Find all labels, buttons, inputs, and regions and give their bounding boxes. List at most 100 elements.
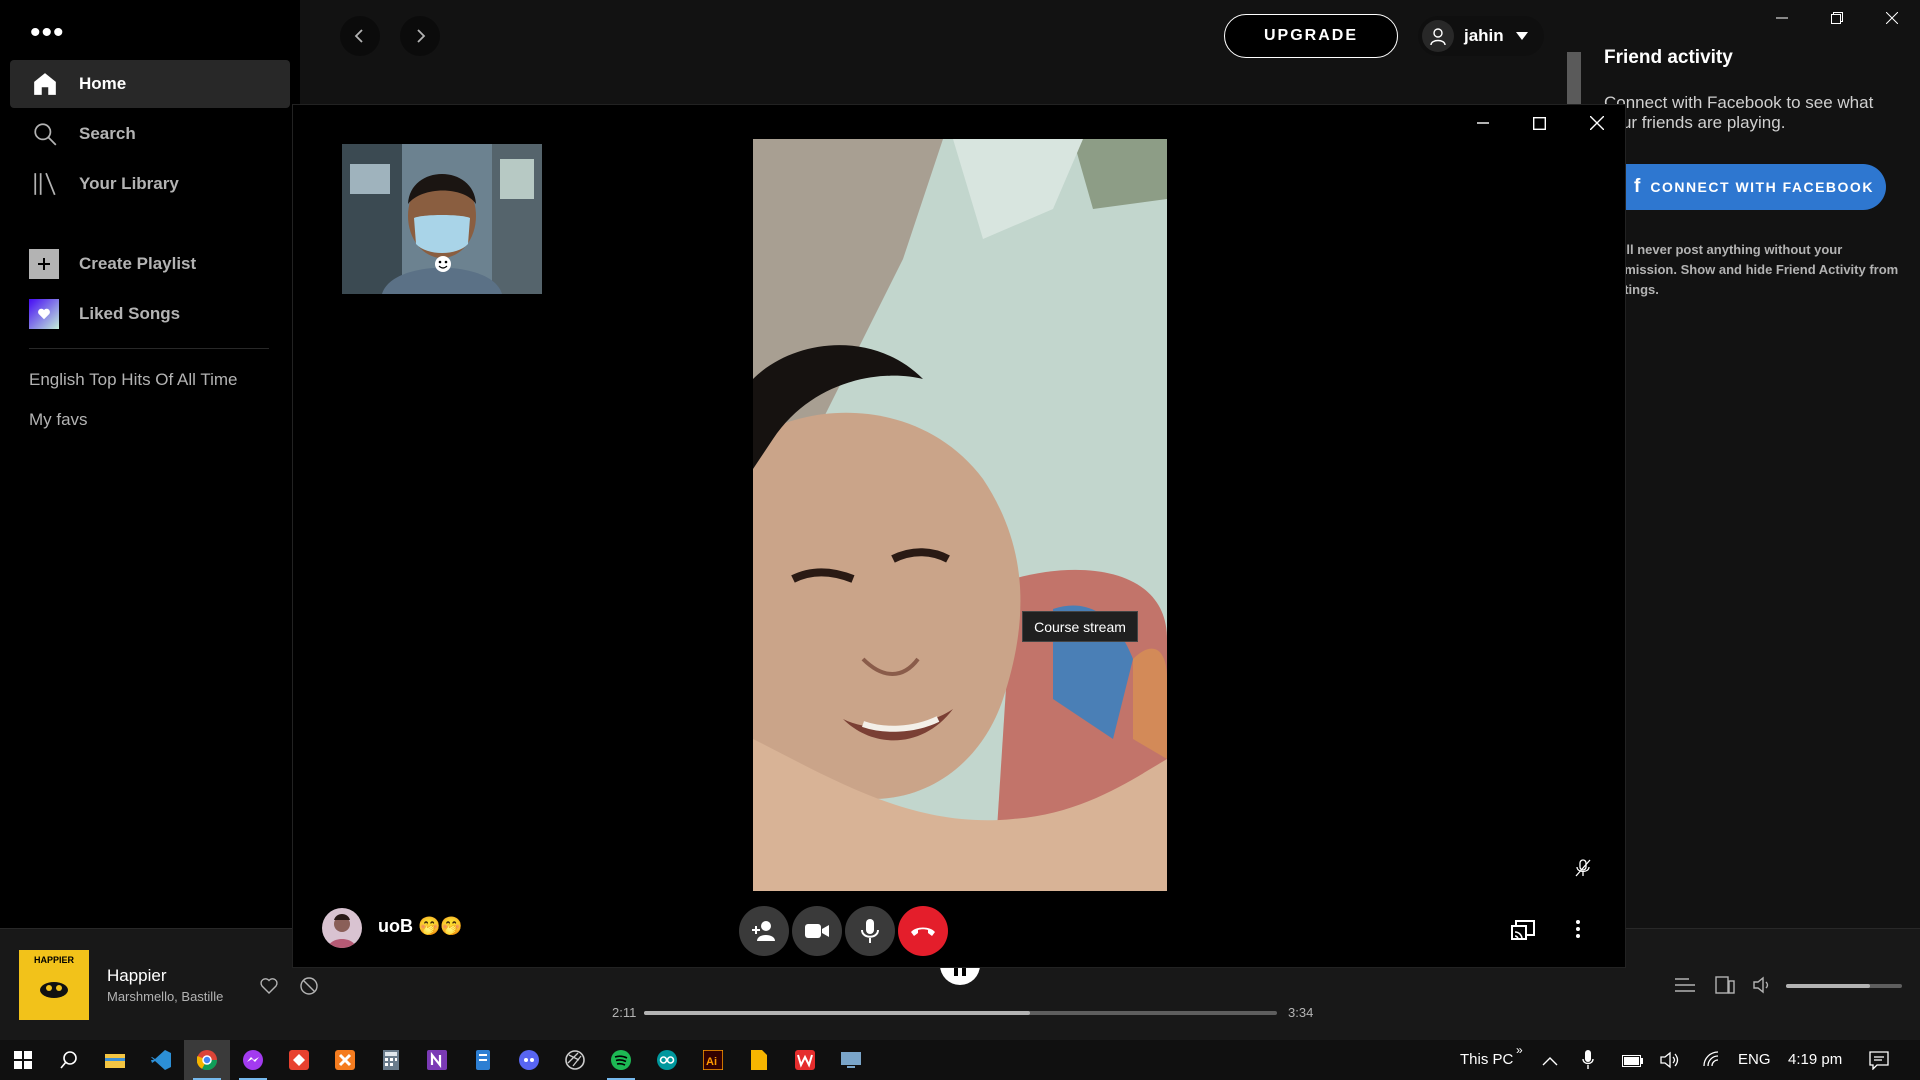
taskbar-chrome[interactable] <box>184 1040 230 1080</box>
expand-icon[interactable]: » <box>1516 1043 1523 1057</box>
volume-slider[interactable] <box>1786 984 1902 988</box>
taskbar-anydesk[interactable] <box>276 1040 322 1080</box>
block-icon[interactable] <box>299 976 319 1001</box>
forward-button[interactable] <box>400 16 440 56</box>
track-artist[interactable]: Marshmello, Bastille <box>107 989 223 1004</box>
more-options-button[interactable] <box>1575 919 1581 944</box>
restore-icon[interactable] <box>1809 0 1864 36</box>
taskbar-discord[interactable] <box>506 1040 552 1080</box>
taskbar-app[interactable] <box>736 1040 782 1080</box>
search-icon <box>30 119 60 149</box>
caller-name: uoB 🤭🤭 <box>378 916 463 936</box>
close-icon[interactable] <box>1864 0 1919 36</box>
remote-video-feed[interactable] <box>753 139 1167 891</box>
illustrator-icon: Ai <box>703 1050 723 1070</box>
input-language[interactable]: ENG <box>1738 1051 1771 1068</box>
add-participant-button[interactable] <box>739 906 789 956</box>
sidebar-item-library[interactable]: Your Library <box>10 160 290 208</box>
home-icon <box>30 69 60 99</box>
volume-fill <box>1786 984 1870 988</box>
video-call-window: Course stream uoB 🤭🤭 <box>292 104 1626 968</box>
wps-icon <box>795 1050 815 1070</box>
taskbar-app[interactable] <box>460 1040 506 1080</box>
microphone-toggle-button[interactable] <box>845 906 895 956</box>
username: jahin <box>1464 26 1504 45</box>
heart-icon[interactable] <box>259 976 279 1001</box>
document-icon <box>476 1050 490 1070</box>
taskbar-messenger[interactable] <box>230 1040 276 1080</box>
queue-icon[interactable] <box>1675 976 1695 999</box>
self-video-preview[interactable] <box>342 144 542 294</box>
discord-icon <box>519 1050 539 1070</box>
video-toggle-button[interactable] <box>792 906 842 956</box>
taskbar-wps[interactable] <box>782 1040 828 1080</box>
svg-text:Ai: Ai <box>706 1056 717 1068</box>
volume-icon[interactable] <box>1753 976 1773 999</box>
end-call-button[interactable] <box>898 906 948 956</box>
more-options-icon[interactable]: ••• <box>30 18 65 48</box>
minimize-icon[interactable] <box>1454 105 1511 141</box>
taskbar-xampp[interactable] <box>322 1040 368 1080</box>
start-button[interactable] <box>0 1040 46 1080</box>
search-icon <box>60 1051 77 1069</box>
wifi-icon[interactable] <box>1703 1051 1721 1072</box>
microphone-in-use-icon[interactable] <box>1582 1050 1594 1075</box>
sidebar-item-home[interactable]: Home <box>10 60 290 108</box>
devices-icon[interactable] <box>1715 976 1735 999</box>
speaker-icon[interactable] <box>1660 1051 1680 1074</box>
tooltip: Course stream <box>1022 611 1138 642</box>
windows-icon <box>14 1051 32 1069</box>
sidebar-item-search[interactable]: Search <box>10 110 290 158</box>
taskbar-illustrator[interactable]: Ai <box>690 1040 736 1080</box>
facebook-icon: f <box>1634 176 1641 197</box>
toolbar-label[interactable]: This PC <box>1460 1051 1513 1068</box>
sidebar-item-label: Home <box>79 74 127 93</box>
hang-up-icon <box>911 927 935 936</box>
taskbar-search-button[interactable] <box>46 1040 92 1080</box>
progress-fill <box>644 1011 1031 1015</box>
plus-icon <box>29 249 59 279</box>
battery-icon[interactable] <box>1622 1054 1644 1072</box>
system-clock[interactable]: 4:19 pm <box>1788 1051 1842 1068</box>
back-button[interactable] <box>340 16 380 56</box>
taskbar-calculator[interactable] <box>368 1040 414 1080</box>
taskbar-spotify[interactable] <box>598 1040 644 1080</box>
liked-songs-button[interactable]: Liked Songs <box>29 299 309 329</box>
caller-avatar[interactable] <box>322 908 362 948</box>
calculator-icon <box>383 1050 399 1070</box>
friend-activity-title: Friend activity <box>1604 47 1733 68</box>
playback-progress-bar[interactable] <box>644 1011 1277 1015</box>
chevron-up-icon[interactable] <box>1542 1053 1558 1071</box>
user-icon <box>1422 20 1454 52</box>
minimize-icon[interactable] <box>1754 0 1809 36</box>
taskbar-arduino[interactable] <box>644 1040 690 1080</box>
maximize-icon[interactable] <box>1511 105 1568 141</box>
playlist-link[interactable]: English Top Hits Of All Time <box>29 370 238 390</box>
camera-icon <box>805 924 829 938</box>
upgrade-button[interactable]: UPGRADE <box>1224 14 1398 58</box>
user-menu-button[interactable]: jahin <box>1418 16 1544 56</box>
cast-icon <box>1511 920 1535 940</box>
friend-activity-panel <box>1585 0 1920 928</box>
add-person-icon <box>752 921 775 941</box>
close-icon[interactable] <box>1568 105 1625 141</box>
taskbar-file-explorer[interactable] <box>92 1040 138 1080</box>
taskbar-app[interactable] <box>828 1040 874 1080</box>
screen-share-button[interactable] <box>1511 920 1535 945</box>
taskbar-onenote[interactable] <box>414 1040 460 1080</box>
file-icon <box>751 1050 767 1070</box>
spotify-window-controls <box>1754 0 1920 36</box>
sidebar: ••• Home Search Your Library Create Play… <box>0 0 300 928</box>
muted-audio-icon <box>1574 859 1592 882</box>
create-playlist-label: Create Playlist <box>79 254 197 273</box>
spotify-icon <box>611 1050 631 1070</box>
taskbar-vscode[interactable] <box>138 1040 184 1080</box>
taskbar-app[interactable] <box>552 1040 598 1080</box>
playlist-link[interactable]: My favs <box>29 410 88 430</box>
track-title[interactable]: Happier <box>107 966 167 986</box>
main-scrollbar[interactable] <box>1567 52 1581 108</box>
connect-facebook-button[interactable]: f CONNECT WITH FACEBOOK <box>1604 164 1886 210</box>
notifications-icon[interactable] <box>1869 1050 1889 1075</box>
create-playlist-button[interactable]: Create Playlist <box>29 249 309 279</box>
album-cover[interactable]: HAPPIER <box>19 950 89 1020</box>
